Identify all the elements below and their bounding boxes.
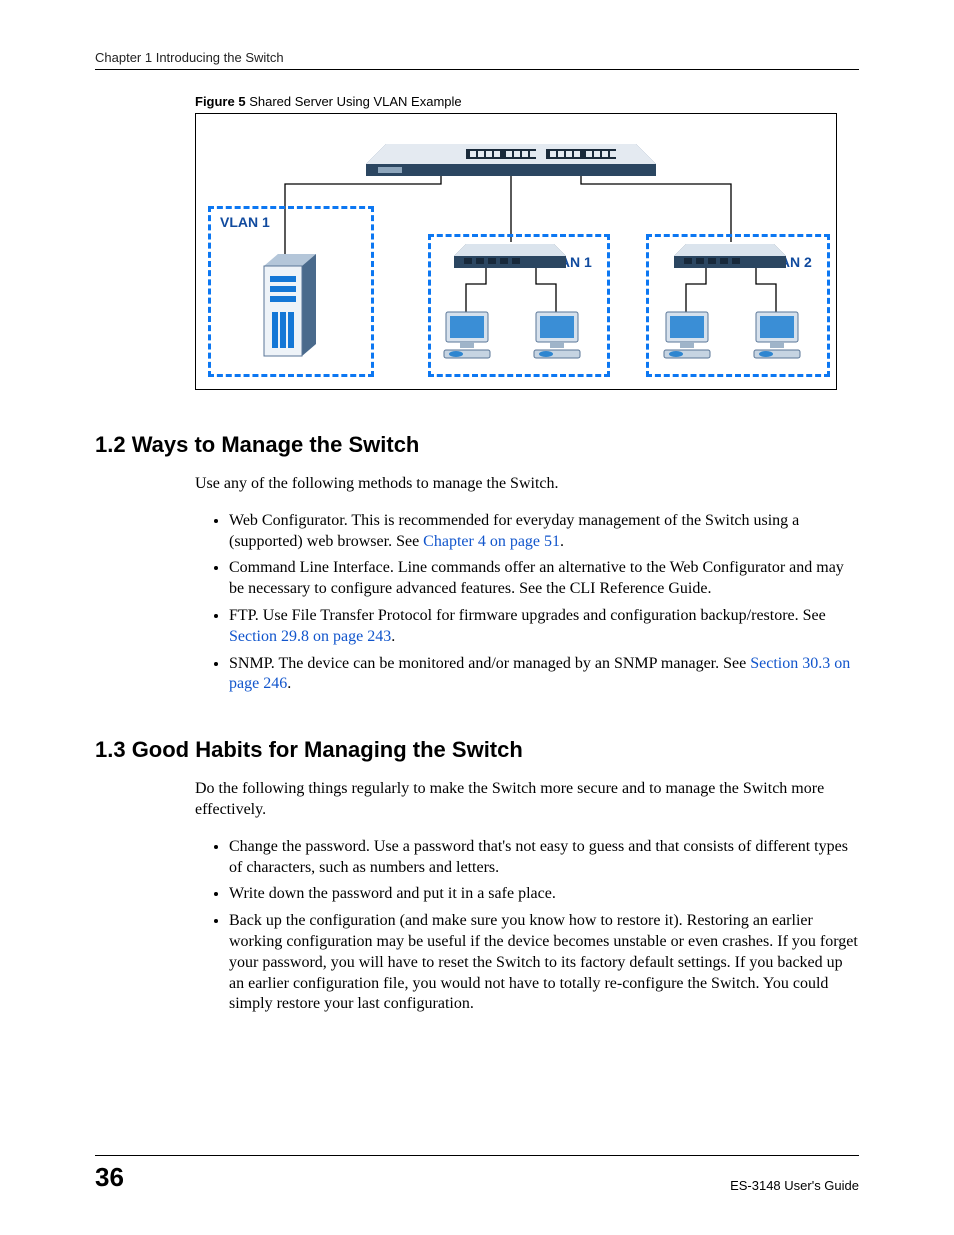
page-number: 36 (95, 1162, 124, 1193)
bullet-text: SNMP. The device can be monitored and/or… (229, 655, 750, 672)
list-item: Web Configurator. This is recommended fo… (229, 511, 859, 553)
cross-ref-link[interactable]: Section 29.8 on page 243 (229, 628, 391, 645)
main-switch-icon (366, 134, 656, 181)
running-header: Chapter 1 Introducing the Switch (95, 50, 859, 70)
list-item: Write down the password and put it in a … (229, 884, 859, 905)
monitor-icon (662, 310, 712, 367)
figure-caption: Figure 5 Shared Server Using VLAN Exampl… (195, 94, 859, 109)
guide-name: ES-3148 User's Guide (730, 1178, 859, 1193)
figure-title: Shared Server Using VLAN Example (246, 94, 462, 109)
monitor-icon (442, 310, 492, 367)
bullet-text: . (560, 533, 564, 550)
section-1-3-title: 1.3 Good Habits for Managing the Switch (95, 737, 859, 763)
monitor-icon (532, 310, 582, 367)
list-item: Change the password. Use a password that… (229, 837, 859, 879)
list-item: Back up the configuration (and make sure… (229, 911, 859, 1015)
bullet-text: FTP. Use File Transfer Protocol for firm… (229, 607, 826, 624)
section-1-2-list: Web Configurator. This is recommended fo… (195, 511, 859, 695)
page-container: Chapter 1 Introducing the Switch Figure … (0, 0, 954, 1235)
figure-number: Figure 5 (195, 94, 246, 109)
list-item: Command Line Interface. Line commands of… (229, 558, 859, 600)
figure-diagram: VLAN 1 VLAN 1 VLAN 2 (195, 113, 837, 390)
list-item: FTP. Use File Transfer Protocol for firm… (229, 606, 859, 648)
server-icon (258, 254, 322, 371)
monitor-icon (752, 310, 802, 367)
section-1-3-list: Change the password. Use a password that… (195, 837, 859, 1015)
bullet-text: . (287, 675, 291, 692)
cross-ref-link[interactable]: Chapter 4 on page 51 (423, 533, 560, 550)
bullet-text: . (391, 628, 395, 645)
section-1-2-intro: Use any of the following methods to mana… (195, 474, 859, 495)
small-switch-1-icon (454, 238, 566, 273)
list-item: SNMP. The device can be monitored and/or… (229, 654, 859, 696)
small-switch-2-icon (674, 238, 786, 273)
section-1-3-intro: Do the following things regularly to mak… (195, 779, 859, 821)
page-footer: 36 ES-3148 User's Guide (95, 1155, 859, 1193)
section-1-2-title: 1.2 Ways to Manage the Switch (95, 432, 859, 458)
vlan1-label: VLAN 1 (220, 214, 270, 230)
